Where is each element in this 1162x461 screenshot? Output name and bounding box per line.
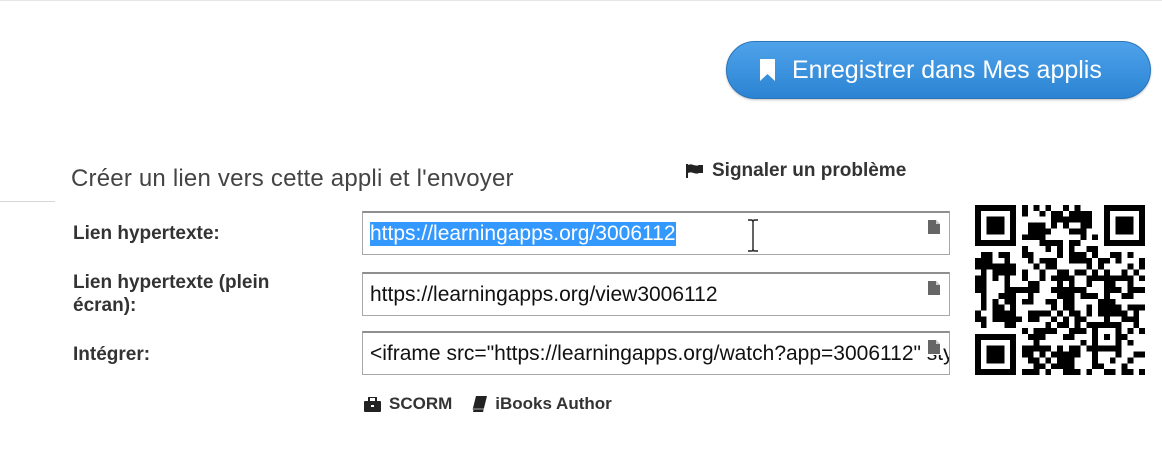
scorm-link[interactable]: SCORM bbox=[364, 394, 452, 414]
section-divider bbox=[0, 201, 55, 202]
qr-code-icon bbox=[975, 205, 1145, 375]
scorm-label: SCORM bbox=[389, 394, 453, 413]
copy-icon[interactable] bbox=[927, 339, 943, 355]
ibooks-author-link[interactable]: iBooks Author bbox=[472, 394, 612, 414]
hyperlink-field[interactable]: https://learningapps.org/3006112 bbox=[362, 211, 950, 255]
fullscreen-link-value: https://learningapps.org/view3006112 bbox=[370, 283, 718, 306]
text-cursor-icon bbox=[748, 219, 758, 252]
book-icon bbox=[472, 396, 488, 412]
hyperlink-label: Lien hypertexte: bbox=[73, 223, 220, 244]
save-to-my-apps-button[interactable]: Enregistrer dans Mes applis bbox=[726, 41, 1151, 99]
section-title: Créer un lien vers cette appli et l'envo… bbox=[71, 165, 514, 192]
copy-icon[interactable] bbox=[927, 280, 943, 296]
report-problem-link[interactable]: Signaler un problème bbox=[686, 160, 906, 182]
fullscreen-link-field[interactable]: https://learningapps.org/view3006112 bbox=[362, 272, 950, 316]
bookmark-icon bbox=[760, 59, 775, 81]
briefcase-icon bbox=[364, 396, 381, 412]
embed-field[interactable]: <iframe src="https://learningapps.org/wa… bbox=[362, 331, 950, 375]
flag-icon bbox=[686, 164, 703, 178]
export-links: SCORM iBooks Author bbox=[364, 394, 612, 414]
save-button-label: Enregistrer dans Mes applis bbox=[792, 55, 1102, 84]
ibooks-author-label: iBooks Author bbox=[495, 394, 612, 413]
hyperlink-value: https://learningapps.org/3006112 bbox=[370, 222, 676, 246]
embed-label: Intégrer: bbox=[73, 344, 151, 365]
copy-icon[interactable] bbox=[927, 219, 943, 235]
embed-value: <iframe src="https://learningapps.org/wa… bbox=[370, 342, 949, 365]
report-problem-label: Signaler un problème bbox=[712, 160, 907, 181]
top-divider bbox=[0, 0, 1162, 1]
fullscreen-link-label: Lien hypertexte (plein écran): bbox=[73, 272, 270, 316]
